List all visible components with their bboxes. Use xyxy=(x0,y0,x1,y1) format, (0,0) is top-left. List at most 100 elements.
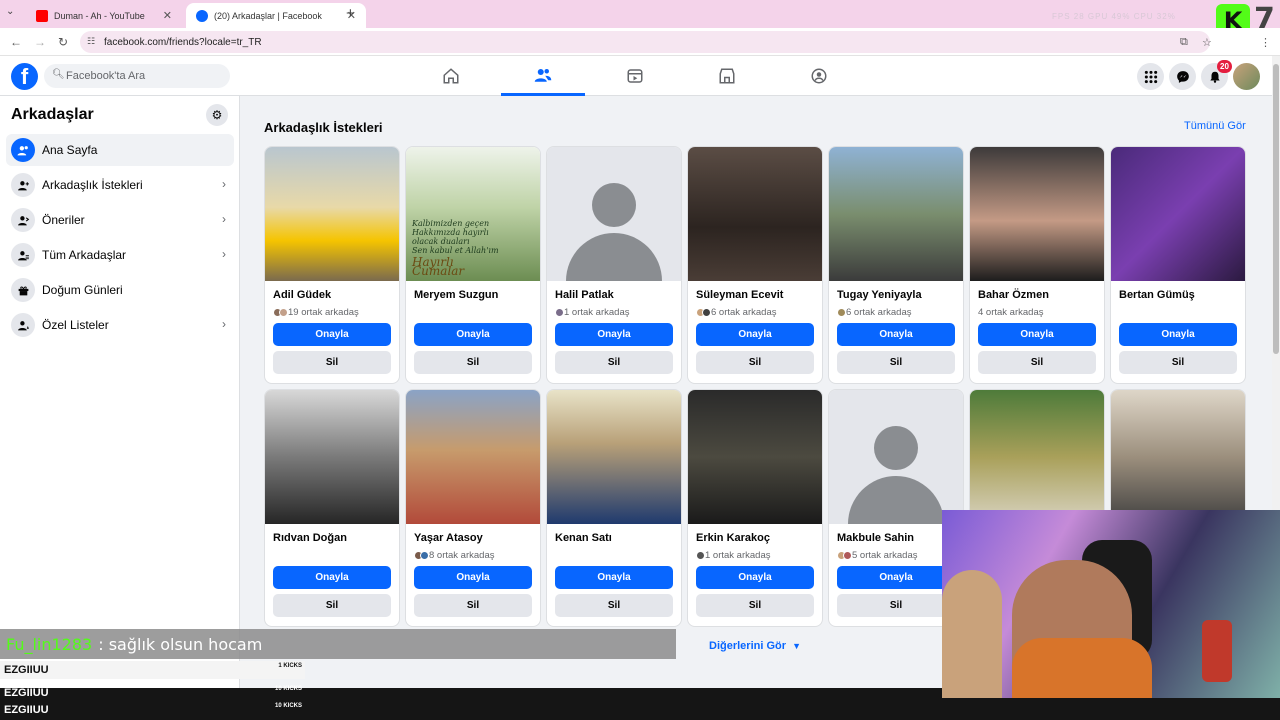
profile-photo[interactable] xyxy=(688,147,822,281)
mutual-count: 1 ortak arkadaş xyxy=(564,307,630,318)
profile-photo[interactable] xyxy=(829,390,963,524)
profile-photo[interactable] xyxy=(265,147,399,281)
confirm-button[interactable]: Onayla xyxy=(696,323,814,346)
see-all-link[interactable]: Tümünü Gör xyxy=(1184,120,1246,132)
tab-facebook[interactable]: (20) Arkadaşlar | Facebook ✕ xyxy=(186,3,366,28)
profile-photo[interactable] xyxy=(970,147,1104,281)
facebook-logo-icon[interactable]: f xyxy=(11,63,38,90)
new-tab-icon[interactable]: + xyxy=(346,5,355,22)
mutual-friends[interactable]: 8 ortak arkadaş xyxy=(414,550,494,561)
requester-name[interactable]: Bahar Özmen xyxy=(978,289,1049,301)
requester-name[interactable]: Makbule Sahin xyxy=(837,532,914,544)
mutual-friends[interactable]: 1 ortak arkadaş xyxy=(555,307,629,318)
confirm-button[interactable]: Onayla xyxy=(837,566,955,589)
confirm-button[interactable]: Onayla xyxy=(555,323,673,346)
confirm-button[interactable]: Onayla xyxy=(1119,323,1237,346)
confirm-button[interactable]: Onayla xyxy=(978,323,1096,346)
delete-button[interactable]: Sil xyxy=(555,351,673,374)
requester-name[interactable]: Bertan Gümüş xyxy=(1119,289,1195,301)
profile-photo[interactable] xyxy=(1111,147,1245,281)
sidebar-item-label: Tüm Arkadaşlar xyxy=(42,248,127,262)
menu-button[interactable] xyxy=(1137,63,1164,90)
sidebar-item-friend-requests[interactable]: Arkadaşlık İstekleri › xyxy=(6,169,234,201)
confirm-button[interactable]: Onayla xyxy=(273,323,391,346)
delete-button[interactable]: Sil xyxy=(1119,351,1237,374)
delete-button[interactable]: Sil xyxy=(837,351,955,374)
delete-button[interactable]: Sil xyxy=(837,594,955,617)
sidebar-item-all-friends[interactable]: Tüm Arkadaşlar › xyxy=(6,239,234,271)
delete-button[interactable]: Sil xyxy=(414,351,532,374)
profile-photo[interactable] xyxy=(829,147,963,281)
requester-name[interactable]: Meryem Suzgun xyxy=(414,289,498,301)
site-info-icon[interactable]: ☷ xyxy=(87,36,95,47)
delete-button[interactable]: Sil xyxy=(273,594,391,617)
address-bar-row: ← → ↻ ☷ facebook.com/friends?locale=tr_T… xyxy=(0,28,1280,56)
mutual-friends[interactable]: 19 ortak arkadaş xyxy=(273,307,359,318)
scrollbar-thumb[interactable] xyxy=(1273,64,1279,354)
mutual-friends[interactable]: 6 ortak arkadaş xyxy=(696,307,776,318)
delete-button[interactable]: Sil xyxy=(978,351,1096,374)
profile-photo[interactable] xyxy=(1111,390,1245,524)
mutual-friends[interactable]: 5 ortak arkadaş xyxy=(837,550,917,561)
chat-text: : sağlık olsun hocam xyxy=(98,634,263,654)
confirm-button[interactable]: Onayla xyxy=(414,323,532,346)
sidebar-item-home[interactable]: Ana Sayfa xyxy=(6,134,234,166)
sidebar-item-custom-lists[interactable]: Özel Listeler › xyxy=(6,309,234,341)
delete-button[interactable]: Sil xyxy=(414,594,532,617)
forward-icon[interactable]: → xyxy=(34,35,46,49)
webcam-cup xyxy=(1202,620,1232,682)
tab-search-icon[interactable]: ⌄ xyxy=(6,6,14,17)
requester-name[interactable]: Erkin Karakoç xyxy=(696,532,770,544)
delete-button[interactable]: Sil xyxy=(696,594,814,617)
nav-marketplace[interactable] xyxy=(685,56,769,96)
confirm-button[interactable]: Onayla xyxy=(696,566,814,589)
profile-photo[interactable] xyxy=(688,390,822,524)
profile-avatar[interactable] xyxy=(1233,63,1260,90)
delete-button[interactable]: Sil xyxy=(696,351,814,374)
mutual-friends[interactable]: 6 ortak arkadaş xyxy=(837,307,911,318)
requester-name[interactable]: Süleyman Ecevit xyxy=(696,289,783,301)
profile-photo[interactable]: Kalbimizden geçen Hakkımızda hayırlı olaca… xyxy=(406,147,540,281)
tab-youtube[interactable]: Duman - Ah - YouTube ✕ xyxy=(26,3,182,28)
sidebar-item-birthdays[interactable]: Doğum Günleri xyxy=(6,274,234,306)
reload-icon[interactable]: ↻ xyxy=(58,35,68,49)
profile-photo[interactable] xyxy=(547,390,681,524)
back-icon[interactable]: ← xyxy=(10,35,22,49)
browser-menu-icon[interactable]: ⋮ xyxy=(1260,36,1271,49)
requester-name[interactable]: Rıdvan Doğan xyxy=(273,532,347,544)
nav-home[interactable] xyxy=(409,56,493,96)
sidebar-item-suggestions[interactable]: Öneriler › xyxy=(6,204,234,236)
profile-photo[interactable] xyxy=(547,147,681,281)
mutual-count: 4 ortak arkadaş xyxy=(978,307,1044,318)
requester-name[interactable]: Kenan Satı xyxy=(555,532,612,544)
bookmark-star-icon[interactable]: ☆ xyxy=(1202,36,1212,49)
friend-request-icon xyxy=(11,173,35,197)
url-field[interactable]: ☷ facebook.com/friends?locale=tr_TR xyxy=(80,31,1210,53)
install-app-icon[interactable]: ⧉ xyxy=(1180,36,1188,49)
requester-name[interactable]: Adil Güdek xyxy=(273,289,331,301)
facebook-search-input[interactable]: 🔍︎ Facebook'ta Ara xyxy=(44,64,230,88)
profile-photo[interactable] xyxy=(265,390,399,524)
confirm-button[interactable]: Onayla xyxy=(273,566,391,589)
confirm-button[interactable]: Onayla xyxy=(837,323,955,346)
requester-name[interactable]: Tugay Yeniyayla xyxy=(837,289,922,301)
messenger-button[interactable] xyxy=(1169,63,1196,90)
close-tab-icon[interactable]: ✕ xyxy=(163,9,172,22)
confirm-button[interactable]: Onayla xyxy=(414,566,532,589)
requester-name[interactable]: Halil Patlak xyxy=(555,289,614,301)
nav-friends[interactable] xyxy=(501,56,585,96)
see-more-link[interactable]: Diğerlerini Gör ▼ xyxy=(709,640,801,652)
delete-button[interactable]: Sil xyxy=(555,594,673,617)
nav-groups[interactable] xyxy=(777,56,861,96)
chevron-right-icon: › xyxy=(222,247,226,261)
mutual-friends[interactable]: 4 ortak arkadaş xyxy=(978,307,1043,318)
mutual-friends[interactable]: 1 ortak arkadaş xyxy=(696,550,770,561)
confirm-button[interactable]: Onayla xyxy=(555,566,673,589)
nav-watch[interactable] xyxy=(593,56,677,96)
url-text: facebook.com/friends?locale=tr_TR xyxy=(104,36,262,48)
delete-button[interactable]: Sil xyxy=(273,351,391,374)
profile-photo[interactable] xyxy=(406,390,540,524)
profile-photo[interactable] xyxy=(970,390,1104,524)
requester-name[interactable]: Yaşar Atasoy xyxy=(414,532,483,544)
settings-gear-icon[interactable]: ⚙ xyxy=(206,104,228,126)
